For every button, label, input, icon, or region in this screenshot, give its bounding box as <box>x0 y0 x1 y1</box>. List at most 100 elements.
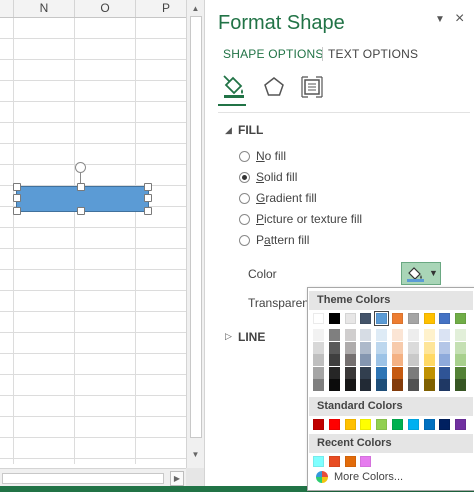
theme-shade-swatch[interactable] <box>360 354 372 366</box>
theme-color-swatch[interactable] <box>374 311 390 326</box>
theme-shade-swatch[interactable] <box>392 366 403 379</box>
theme-color-swatch[interactable] <box>360 313 372 324</box>
fill-line-icon[interactable] <box>221 74 247 100</box>
theme-color-swatch[interactable] <box>313 313 324 324</box>
radio-button[interactable] <box>239 234 250 246</box>
theme-shade-swatch[interactable] <box>439 329 451 341</box>
column-header-p[interactable]: P <box>136 0 186 17</box>
theme-shade-swatch[interactable] <box>328 341 340 354</box>
theme-shade-swatch[interactable] <box>328 354 340 366</box>
tab-shape-options[interactable]: SHAPE OPTIONS <box>223 47 324 61</box>
theme-shade-swatch[interactable] <box>344 366 356 379</box>
radio-solid-fill[interactable]: Solid fill <box>239 168 297 186</box>
resize-handle-bottom-left[interactable] <box>13 207 21 215</box>
theme-shade-swatch[interactable] <box>376 354 388 366</box>
radio-pattern-fill[interactable]: Pattern fill <box>239 231 309 249</box>
theme-shade-swatch[interactable] <box>439 341 451 354</box>
resize-handle-top[interactable] <box>77 183 85 191</box>
radio-button[interactable] <box>239 213 250 225</box>
theme-shade-swatch[interactable] <box>344 379 356 391</box>
theme-shade-swatch[interactable] <box>423 329 435 341</box>
standard-color-swatch[interactable] <box>439 419 451 430</box>
recent-color-swatch[interactable] <box>328 456 340 467</box>
size-properties-icon[interactable] <box>299 74 325 100</box>
theme-shade-swatch[interactable] <box>376 366 388 379</box>
theme-shade-swatch[interactable] <box>313 366 324 379</box>
theme-shade-swatch[interactable] <box>407 379 419 391</box>
standard-color-swatch[interactable] <box>423 419 435 430</box>
theme-shade-swatch[interactable] <box>344 329 356 341</box>
resize-handle-bottom-right[interactable] <box>144 207 152 215</box>
recent-color-swatch[interactable] <box>360 456 372 467</box>
horizontal-scroll-thumb[interactable] <box>2 473 164 484</box>
resize-handle-right[interactable] <box>144 194 152 202</box>
standard-color-swatch[interactable] <box>376 419 388 430</box>
theme-shade-swatch[interactable] <box>407 341 419 354</box>
scroll-up-arrow-icon[interactable]: ▲ <box>187 2 204 16</box>
theme-color-swatch[interactable] <box>407 313 419 324</box>
theme-shade-swatch[interactable] <box>423 366 435 379</box>
triangle-down-icon[interactable]: ▼ <box>435 14 445 25</box>
line-section-header[interactable]: LINE <box>238 330 265 344</box>
expanded-triangle-icon[interactable]: ◢ <box>225 125 232 136</box>
column-header-m[interactable] <box>0 0 14 17</box>
theme-shade-swatch[interactable] <box>328 366 340 379</box>
standard-color-swatch[interactable] <box>328 419 340 430</box>
theme-shade-swatch[interactable] <box>392 341 403 354</box>
theme-shade-swatch[interactable] <box>439 379 451 391</box>
effects-pentagon-icon[interactable] <box>261 74 287 100</box>
tab-text-options[interactable]: TEXT OPTIONS <box>328 47 418 61</box>
theme-shade-swatch[interactable] <box>439 366 451 379</box>
close-icon[interactable]: × <box>455 10 464 28</box>
standard-color-swatch[interactable] <box>313 419 324 430</box>
theme-shade-swatch[interactable] <box>439 354 451 366</box>
theme-shade-swatch[interactable] <box>328 329 340 341</box>
theme-shade-swatch[interactable] <box>313 341 324 354</box>
theme-shade-swatch[interactable] <box>423 379 435 391</box>
radio-no-fill[interactable]: No fill <box>239 147 286 165</box>
theme-color-swatch[interactable] <box>328 313 340 324</box>
theme-shade-swatch[interactable] <box>455 366 467 379</box>
more-colors-button[interactable]: More Colors... <box>316 471 403 483</box>
theme-shade-swatch[interactable] <box>360 341 372 354</box>
theme-shade-swatch[interactable] <box>455 341 467 354</box>
horizontal-scrollbar[interactable]: ▶ <box>0 468 186 487</box>
theme-shade-swatch[interactable] <box>455 354 467 366</box>
spreadsheet-area[interactable]: N O P <box>0 0 186 488</box>
theme-color-swatch[interactable] <box>439 313 451 324</box>
cell-grid[interactable] <box>0 18 186 464</box>
theme-shade-swatch[interactable] <box>407 354 419 366</box>
recent-color-swatch[interactable] <box>344 456 356 467</box>
fill-section-header[interactable]: FILL <box>238 123 263 137</box>
theme-shade-swatch[interactable] <box>313 354 324 366</box>
theme-shade-swatch[interactable] <box>423 341 435 354</box>
standard-color-swatch[interactable] <box>360 419 372 430</box>
theme-color-swatch[interactable] <box>392 313 403 324</box>
theme-shade-swatch[interactable] <box>376 329 388 341</box>
theme-shade-swatch[interactable] <box>392 354 403 366</box>
theme-shade-swatch[interactable] <box>344 341 356 354</box>
vertical-scrollbar[interactable]: ▲ ▼ <box>186 0 204 468</box>
radio-button[interactable] <box>239 171 250 183</box>
theme-shade-swatch[interactable] <box>313 379 324 391</box>
standard-color-swatch[interactable] <box>392 419 403 430</box>
theme-shade-swatch[interactable] <box>455 329 467 341</box>
theme-shade-swatch[interactable] <box>360 379 372 391</box>
theme-shade-swatch[interactable] <box>392 329 403 341</box>
theme-shade-swatch[interactable] <box>328 379 340 391</box>
theme-shade-swatch[interactable] <box>344 354 356 366</box>
theme-color-swatch[interactable] <box>455 313 467 324</box>
resize-handle-left[interactable] <box>13 194 21 202</box>
column-header-o[interactable]: O <box>75 0 136 17</box>
standard-color-swatch[interactable] <box>344 419 356 430</box>
resize-handle-top-left[interactable] <box>13 183 21 191</box>
theme-shade-swatch[interactable] <box>407 366 419 379</box>
scroll-down-arrow-icon[interactable]: ▼ <box>187 448 204 462</box>
theme-shade-swatch[interactable] <box>313 329 324 341</box>
fill-color-button[interactable]: ▼ <box>401 262 441 285</box>
radio-gradient-fill[interactable]: Gradient fill <box>239 189 317 207</box>
resize-handle-top-right[interactable] <box>144 183 152 191</box>
recent-color-swatch[interactable] <box>313 456 324 467</box>
theme-shade-swatch[interactable] <box>455 379 467 391</box>
theme-shade-swatch[interactable] <box>423 354 435 366</box>
